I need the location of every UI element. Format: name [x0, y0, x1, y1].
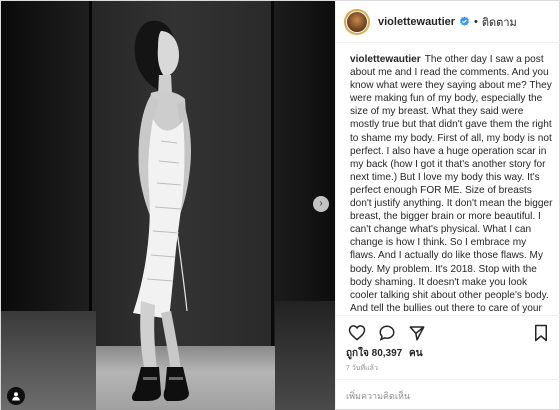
tagged-people-button[interactable] [7, 387, 25, 405]
share-icon [409, 325, 425, 340]
save-button[interactable] [530, 322, 552, 344]
like-button[interactable] [346, 322, 368, 344]
comment-input[interactable]: เพิ่มความคิดเห็น [336, 379, 560, 410]
comment-placeholder: เพิ่มความคิดเห็น [346, 390, 411, 401]
share-button[interactable] [406, 322, 428, 344]
likes-count[interactable]: ถูกใจ 80,397 คน [346, 346, 423, 361]
verified-badge-icon [460, 16, 470, 26]
caption-username[interactable]: violettewautier [350, 54, 421, 65]
chevron-right-icon: › [319, 198, 323, 209]
header-username[interactable]: violettewautier [378, 16, 455, 28]
comment-button[interactable] [376, 322, 398, 344]
post-caption: violettewautier The other day I saw a pos… [336, 43, 560, 313]
post-side-panel: violettewautier • ติดตาม violettewautier… [335, 1, 560, 410]
bookmark-icon [535, 324, 547, 341]
likes-unit: คน [409, 348, 423, 359]
woman-in-white-dress-figure [132, 20, 191, 401]
avatar[interactable] [344, 8, 370, 35]
post-photo[interactable]: › [1, 1, 335, 410]
heart-icon [348, 325, 366, 341]
next-photo-button[interactable]: › [313, 196, 329, 212]
header-separator: • [474, 15, 478, 28]
post-actions-bar [336, 315, 560, 349]
likes-prefix: ถูกใจ [346, 348, 369, 359]
post-header: violettewautier • ติดตาม [336, 1, 560, 43]
follow-button[interactable]: ติดตาม [482, 13, 517, 31]
likes-number: 80,397 [371, 348, 403, 359]
instagram-post: › violettewautier • ติดตาม violettewauti… [0, 0, 560, 410]
person-tag-icon [12, 392, 20, 401]
comment-bubble-icon [379, 324, 395, 341]
caption-text: The other day I saw a post about me and … [350, 54, 553, 313]
post-timestamp[interactable]: 7 วันที่แล้ว [346, 363, 378, 374]
